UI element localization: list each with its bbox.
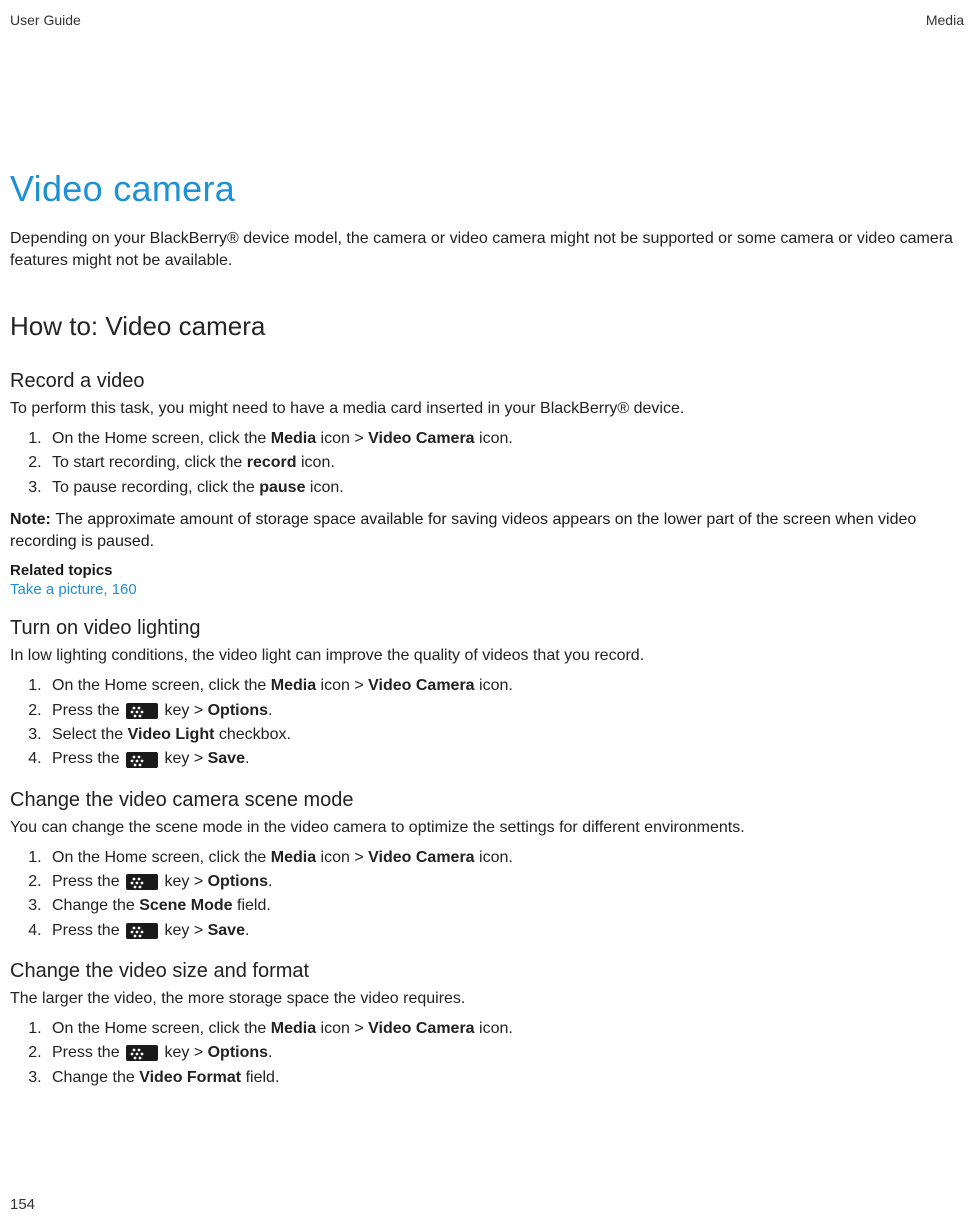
record-note: Note: The approximate amount of storage … xyxy=(10,509,964,552)
size-steps: On the Home screen, click the Media icon… xyxy=(10,1018,964,1089)
scene-intro: You can change the scene mode in the vid… xyxy=(10,818,964,839)
record-steps: On the Home screen, click the Media icon… xyxy=(10,428,964,499)
list-item: Select the Video Light checkbox. xyxy=(46,724,964,746)
lighting-steps: On the Home screen, click the Media icon… xyxy=(10,675,964,771)
subsection-size: Change the video size and format xyxy=(10,960,964,983)
list-item: On the Home screen, click the Media icon… xyxy=(46,1018,964,1040)
size-intro: The larger the video, the more storage s… xyxy=(10,989,964,1010)
list-item: Change the Video Format field. xyxy=(46,1067,964,1089)
lighting-intro: In low lighting conditions, the video li… xyxy=(10,646,964,667)
blackberry-menu-key-icon xyxy=(126,874,158,890)
list-item: To start recording, click the record ico… xyxy=(46,452,964,474)
subsection-scene: Change the video camera scene mode xyxy=(10,789,964,812)
blackberry-menu-key-icon xyxy=(126,703,158,719)
doc-header: User Guide Media xyxy=(10,12,964,28)
subsection-lighting: Turn on video lighting xyxy=(10,617,964,640)
list-item: Press the key > Options. xyxy=(46,1042,964,1064)
header-right: Media xyxy=(926,12,964,28)
intro-paragraph: Depending on your BlackBerry® device mod… xyxy=(10,228,964,271)
list-item: To pause recording, click the pause icon… xyxy=(46,477,964,499)
scene-steps: On the Home screen, click the Media icon… xyxy=(10,847,964,943)
list-item: Change the Scene Mode field. xyxy=(46,895,964,917)
list-item: On the Home screen, click the Media icon… xyxy=(46,847,964,869)
list-item: On the Home screen, click the Media icon… xyxy=(46,675,964,697)
page-title: Video camera xyxy=(10,168,964,210)
list-item: Press the key > Save. xyxy=(46,748,964,770)
section-heading-howto: How to: Video camera xyxy=(10,311,964,342)
blackberry-menu-key-icon xyxy=(126,752,158,768)
page-number: 154 xyxy=(10,1196,35,1213)
list-item: Press the key > Options. xyxy=(46,700,964,722)
record-intro: To perform this task, you might need to … xyxy=(10,399,964,420)
list-item: On the Home screen, click the Media icon… xyxy=(46,428,964,450)
subsection-record: Record a video xyxy=(10,370,964,393)
list-item: Press the key > Save. xyxy=(46,920,964,942)
related-topics-heading: Related topics xyxy=(10,562,964,579)
related-link-take-a-picture[interactable]: Take a picture, 160 xyxy=(10,581,137,598)
blackberry-menu-key-icon xyxy=(126,923,158,939)
header-left: User Guide xyxy=(10,12,81,28)
list-item: Press the key > Options. xyxy=(46,871,964,893)
blackberry-menu-key-icon xyxy=(126,1045,158,1061)
